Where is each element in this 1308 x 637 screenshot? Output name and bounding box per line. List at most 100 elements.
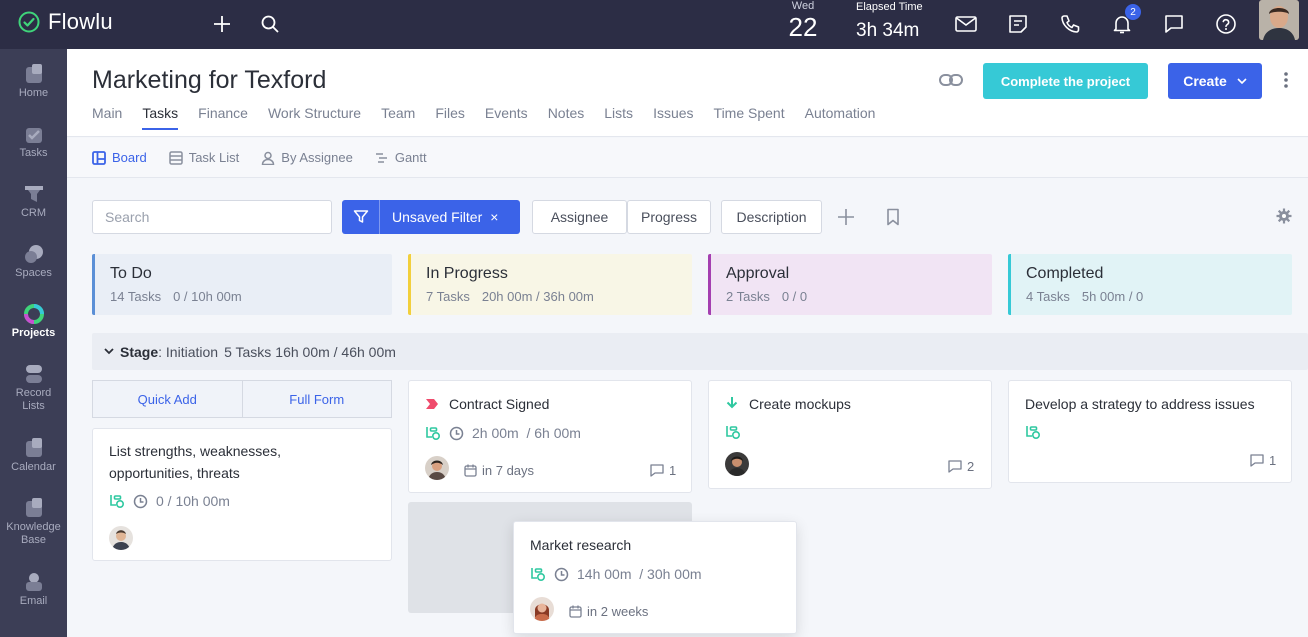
card-title: Market research xyxy=(530,537,632,553)
list-icon xyxy=(168,150,183,165)
create-button[interactable]: Create xyxy=(1168,63,1262,99)
tab-main[interactable]: Main xyxy=(92,105,122,129)
assignee-avatar[interactable] xyxy=(425,456,449,480)
column-header-approval[interactable]: Approval 2 Tasks 0 / 0 xyxy=(708,254,992,315)
assignee-avatar[interactable] xyxy=(109,526,133,550)
tab-lists[interactable]: Lists xyxy=(604,105,633,129)
filter-toolbar: Unsaved Filter × Assignee Progress Descr… xyxy=(92,200,1292,234)
task-card-create-mockups[interactable]: Create mockups 2 xyxy=(708,380,992,489)
tab-tasks[interactable]: Tasks xyxy=(142,105,178,130)
full-form-button[interactable]: Full Form xyxy=(243,381,392,417)
view-switcher: Board Task List By Assignee Gantt xyxy=(67,138,1308,178)
unsaved-filter-chip[interactable]: Unsaved Filter × xyxy=(342,200,520,234)
tab-automation[interactable]: Automation xyxy=(805,105,876,129)
stage-name: : Initiation xyxy=(158,343,219,360)
quick-add-button[interactable]: Quick Add xyxy=(93,381,243,417)
column-header-to-do[interactable]: To Do 14 Tasks 0 / 10h 00m xyxy=(92,254,392,315)
sidebar-item-knowledge-base[interactable]: Knowledge Base xyxy=(0,497,67,547)
elapsed-time[interactable]: Elapsed Time 3h 34m xyxy=(856,1,923,45)
user-icon xyxy=(262,151,275,165)
tab-finance[interactable]: Finance xyxy=(198,105,248,129)
sidebar-item-label: Calendar xyxy=(11,461,56,473)
sidebar-item-crm[interactable]: CRM xyxy=(0,183,67,219)
view-task-list[interactable]: Task List xyxy=(168,150,239,165)
date-day: 22 xyxy=(788,12,818,42)
column-meta: 4 Tasks 5h 00m / 0 xyxy=(1026,289,1292,304)
card-comments[interactable]: 1 xyxy=(1250,453,1276,468)
tab-events[interactable]: Events xyxy=(485,105,528,129)
description-filter-button[interactable]: Description xyxy=(721,200,822,234)
top-bar: Flowlu Wed 22 Elapsed Time 3h 34m 2 xyxy=(0,0,1308,49)
sidebar-item-label: CRM xyxy=(20,207,47,219)
progress-filter-button[interactable]: Progress xyxy=(627,200,711,234)
view-by-assignee-label: By Assignee xyxy=(281,150,353,165)
clock-icon xyxy=(554,567,569,581)
column-header-in-progress[interactable]: In Progress 7 Tasks 20h 00m / 36h 00m xyxy=(408,254,692,315)
chat-icon[interactable] xyxy=(1162,12,1186,36)
add-filter-icon[interactable] xyxy=(837,208,855,231)
sidebar-item-calendar[interactable]: Calendar xyxy=(0,437,67,473)
tab-files[interactable]: Files xyxy=(435,105,465,129)
page-title: Marketing for Texford xyxy=(92,66,327,94)
sidebar-item-email[interactable]: Email xyxy=(0,571,67,607)
elapsed-label: Elapsed Time xyxy=(856,1,923,13)
subtasks-icon xyxy=(426,427,441,441)
assignee-avatar[interactable] xyxy=(530,597,554,621)
task-card-market-research-dragging[interactable]: Market research 14h 00m / 30h 00m in 2 w… xyxy=(513,521,797,634)
filter-close-icon[interactable]: × xyxy=(490,209,498,225)
column-title: Approval xyxy=(726,265,790,282)
column-title: In Progress xyxy=(426,265,508,282)
logo[interactable]: Flowlu xyxy=(18,9,113,35)
sidebar-item-home[interactable]: Home xyxy=(0,63,67,99)
link-icon[interactable] xyxy=(938,71,964,94)
tab-time-spent[interactable]: Time Spent xyxy=(714,105,785,129)
notification-badge: 2 xyxy=(1125,4,1141,20)
assignee-filter-button[interactable]: Assignee xyxy=(532,200,627,234)
bookmark-icon[interactable] xyxy=(886,208,900,231)
view-board[interactable]: Board xyxy=(92,150,147,165)
settings-gear-icon[interactable] xyxy=(1276,208,1292,229)
tab-notes[interactable]: Notes xyxy=(548,105,585,129)
search-icon[interactable] xyxy=(258,12,282,36)
chevron-down-icon xyxy=(104,348,114,355)
date-display: Wed 22 xyxy=(786,0,820,42)
project-tabs: Main Tasks Finance Work Structure Team F… xyxy=(92,105,895,130)
card-due-label: in 7 days xyxy=(482,463,535,478)
subtasks-icon xyxy=(110,495,125,509)
knowledge-base-icon xyxy=(25,498,42,517)
card-comments[interactable]: 2 xyxy=(948,459,974,474)
task-card-develop-strategy[interactable]: Develop a strategy to address issues 1 xyxy=(1008,380,1292,483)
search-input[interactable] xyxy=(92,200,332,234)
view-gantt[interactable]: Gantt xyxy=(375,150,427,165)
view-by-assignee[interactable]: By Assignee xyxy=(261,150,353,165)
card-comments[interactable]: 1 xyxy=(650,463,676,478)
sidebar-item-label: Projects xyxy=(11,327,56,339)
sidebar-item-record-lists[interactable]: Record Lists xyxy=(0,363,67,413)
subtasks-icon xyxy=(1026,426,1041,440)
phone-icon[interactable] xyxy=(1058,12,1082,36)
sidebar-item-spaces[interactable]: Spaces xyxy=(0,243,67,279)
stage-group-header[interactable]: Stage : Initiation 5 Tasks 16h 00m / 46h… xyxy=(92,333,1308,370)
card-title: Contract Signed xyxy=(449,396,550,412)
column-task-count: 4 Tasks xyxy=(1026,289,1070,304)
notes-icon[interactable] xyxy=(1006,12,1030,36)
sidebar-item-projects[interactable]: Projects xyxy=(0,303,67,339)
task-card-list-strengths[interactable]: List strengths, weaknesses, opportunitie… xyxy=(92,428,392,561)
comment-icon xyxy=(948,460,962,473)
tab-team[interactable]: Team xyxy=(381,105,415,129)
column-time: 0 / 0 xyxy=(781,289,808,304)
mail-icon[interactable] xyxy=(954,12,978,36)
tab-work-structure[interactable]: Work Structure xyxy=(268,105,361,129)
tab-issues[interactable]: Issues xyxy=(653,105,693,129)
task-card-contract-signed[interactable]: Contract Signed 2h 00m / 6h 00m in 7 day… xyxy=(408,380,692,493)
more-vertical-icon[interactable] xyxy=(1283,71,1289,94)
card-time: 2h 00m / 6h 00m xyxy=(472,425,581,441)
user-avatar[interactable] xyxy=(1259,0,1299,40)
column-header-completed[interactable]: Completed 4 Tasks 5h 00m / 0 xyxy=(1008,254,1292,315)
subtasks-icon xyxy=(531,568,546,582)
sidebar-item-tasks[interactable]: Tasks xyxy=(0,123,67,159)
add-icon[interactable] xyxy=(210,12,234,36)
help-icon[interactable] xyxy=(1214,12,1238,36)
complete-project-button[interactable]: Complete the project xyxy=(983,63,1148,99)
assignee-avatar[interactable] xyxy=(725,452,749,476)
